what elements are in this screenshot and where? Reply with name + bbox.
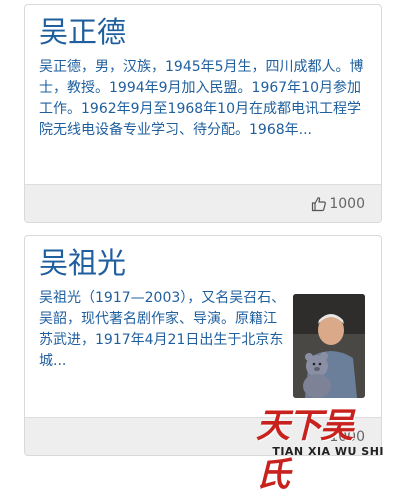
card-body: 吴祖光 吴祖光（1917—2003），又名吴召石、吴韶，现代著名剧作家、导演。原…	[25, 236, 381, 398]
like-count: 1000	[329, 195, 365, 212]
person-card[interactable]: 吴正德 吴正德，男，汉族，1945年5月生，四川成都人。博士，教授。1994年9…	[24, 4, 382, 223]
card-footer: 1000	[25, 184, 381, 222]
watermark-pinyin: TIAN XIA WU SHI	[272, 445, 384, 458]
card-title[interactable]: 吴正德	[39, 13, 368, 51]
card-title[interactable]: 吴祖光	[39, 244, 368, 282]
site-watermark-logo: 天下吴氏 TIAN XIA WU SHI	[256, 398, 386, 495]
person-photo[interactable]	[293, 294, 365, 398]
card-description: 吴正德，男，汉族，1945年5月生，四川成都人。博士，教授。1994年9月加入民…	[39, 59, 364, 138]
card-body: 吴正德 吴正德，男，汉族，1945年5月生，四川成都人。博士，教授。1994年9…	[25, 5, 381, 141]
thumbs-up-icon	[311, 196, 327, 212]
card-description: 吴祖光（1917—2003），又名吴召石、吴韶，现代著名剧作家、导演。原籍江苏武…	[39, 290, 286, 369]
like-button[interactable]: 1000	[311, 196, 365, 212]
